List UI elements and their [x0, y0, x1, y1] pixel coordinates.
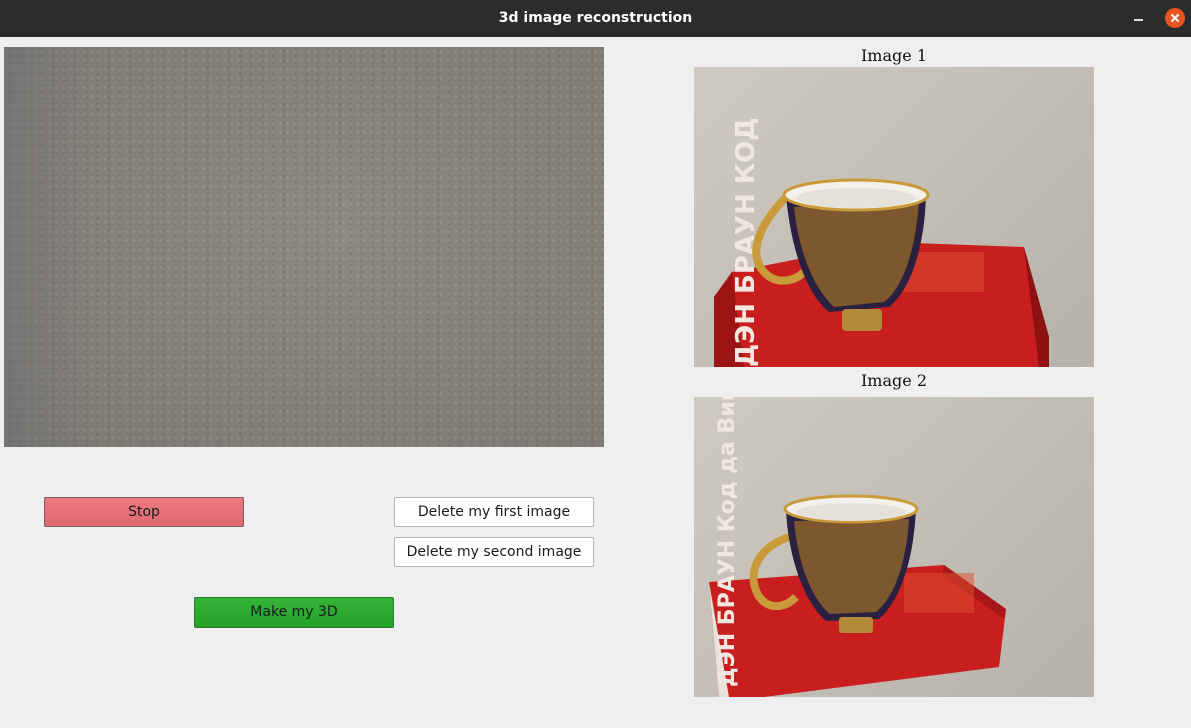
book-title-text-2: ДЭН БРАУН Код да Винчи — [715, 397, 740, 687]
image-1-label: Image 1 — [860, 46, 927, 65]
delete-first-image-button[interactable]: Delete my first image — [394, 497, 594, 527]
title-bar: 3d image reconstruction — [0, 0, 1191, 37]
close-button[interactable] — [1165, 8, 1185, 28]
minimize-button[interactable] — [1130, 9, 1148, 27]
make-3d-button[interactable]: Make my 3D — [194, 597, 394, 628]
delete-second-image-button[interactable]: Delete my second image — [394, 537, 594, 567]
cup-on-book-photo-1: ДЭН БРАУН КОД — [714, 118, 1049, 367]
camera-live-view — [4, 47, 604, 447]
stop-button[interactable]: Stop — [44, 497, 244, 527]
captured-image-1: ДЭН БРАУН КОД — [694, 67, 1094, 367]
window-title: 3d image reconstruction — [498, 10, 693, 26]
image-2-label: Image 2 — [860, 371, 927, 390]
cup-on-book-photo-2: ДЭН БРАУН Код да Винчи — [709, 397, 1006, 697]
captured-image-2: ДЭН БРАУН Код да Винчи — [694, 397, 1094, 697]
close-icon — [1170, 13, 1180, 23]
